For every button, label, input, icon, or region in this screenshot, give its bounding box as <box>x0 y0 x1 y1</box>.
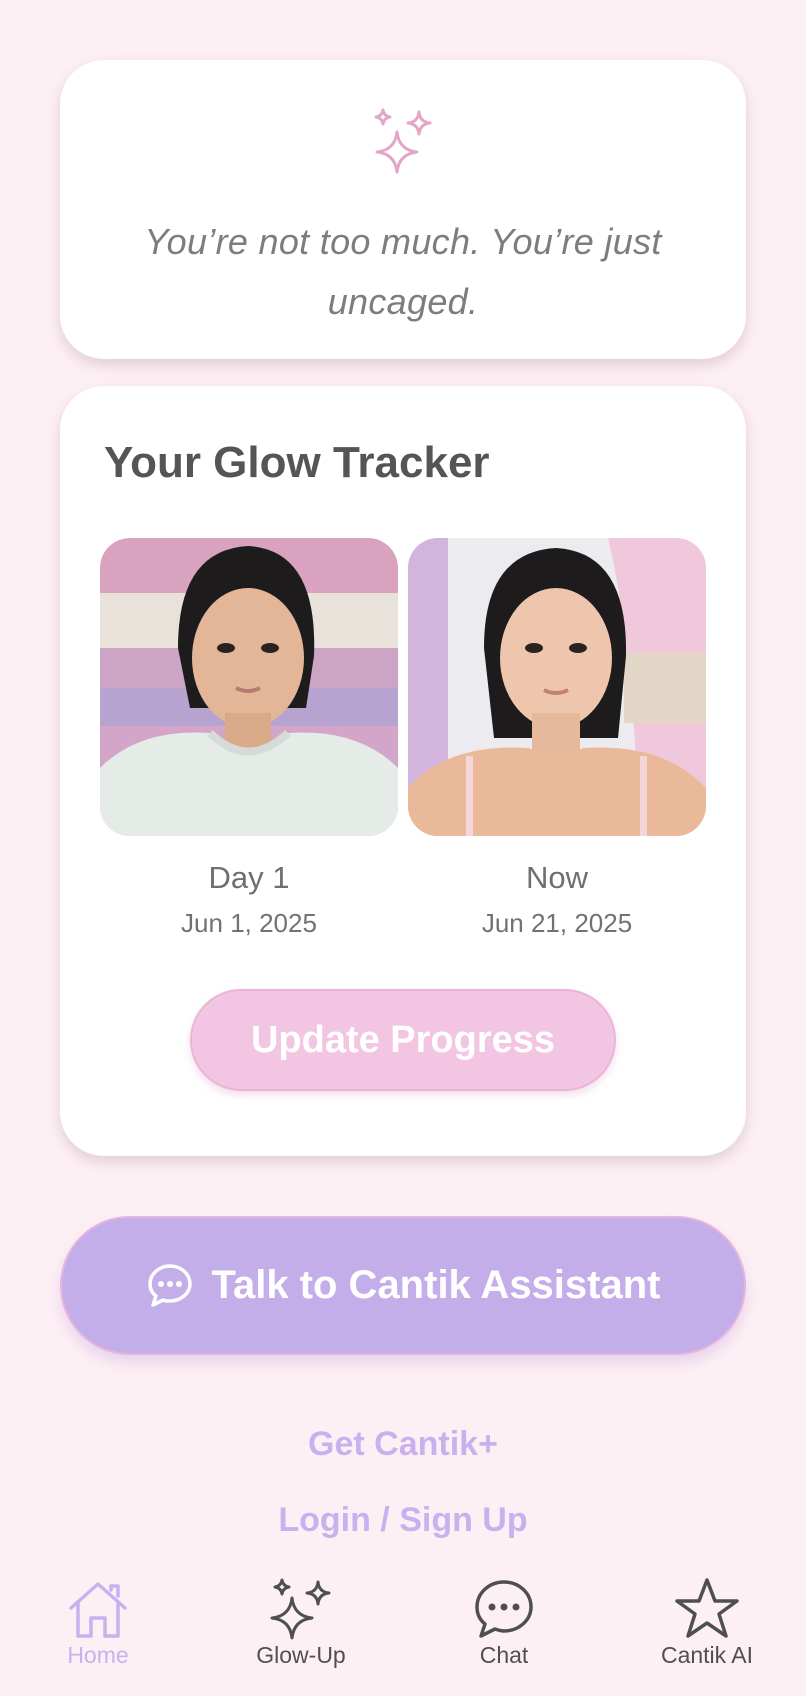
bottom-tab-bar: Home Glow-Up Chat Cantik AI <box>0 1566 806 1696</box>
quote-card: You’re not too much. You’re just uncaged… <box>60 60 746 359</box>
now-label: Now <box>525 860 588 895</box>
get-cantik-plus-link[interactable]: Get Cantik+ <box>0 1425 806 1464</box>
now-photo[interactable] <box>408 538 706 836</box>
now-date: Jun 21, 2025 <box>481 908 633 938</box>
home-icon <box>69 1582 127 1638</box>
sparkles-icon <box>374 108 432 174</box>
star-icon <box>675 1578 739 1638</box>
quote-text: You’re not too much. You’re just uncaged… <box>144 221 662 322</box>
tab-glow-up-label: Glow-Up <box>256 1642 346 1668</box>
assistant-button-label: Talk to Cantik Assistant <box>211 1263 661 1307</box>
tab-chat-label: Chat <box>479 1642 529 1668</box>
chat-bubble-icon <box>147 1263 192 1307</box>
sparkles-icon <box>270 1578 331 1640</box>
day1-photo[interactable] <box>100 538 398 836</box>
update-progress-button[interactable]: Update Progress <box>190 989 616 1091</box>
tab-glow-up[interactable]: Glow-Up <box>211 1566 391 1696</box>
day1-date: Jun 1, 2025 <box>181 908 317 938</box>
login-signup-link[interactable]: Login / Sign Up <box>0 1501 806 1540</box>
chat-bubble-icon <box>475 1580 533 1638</box>
tracker-title: Your Glow Tracker <box>104 438 490 487</box>
talk-to-assistant-button[interactable]: Talk to Cantik Assistant <box>60 1216 746 1355</box>
glow-tracker-card: Your Glow Tracker Day 1 Jun 1, 2025 Now … <box>60 386 746 1156</box>
tab-home-label: Home <box>67 1642 129 1668</box>
tab-cantik-ai-label: Cantik AI <box>660 1642 754 1668</box>
day1-label: Day 1 <box>208 860 290 895</box>
tab-chat[interactable]: Chat <box>414 1566 594 1696</box>
tab-cantik-ai[interactable]: Cantik AI <box>617 1566 797 1696</box>
tab-home[interactable]: Home <box>8 1566 188 1696</box>
